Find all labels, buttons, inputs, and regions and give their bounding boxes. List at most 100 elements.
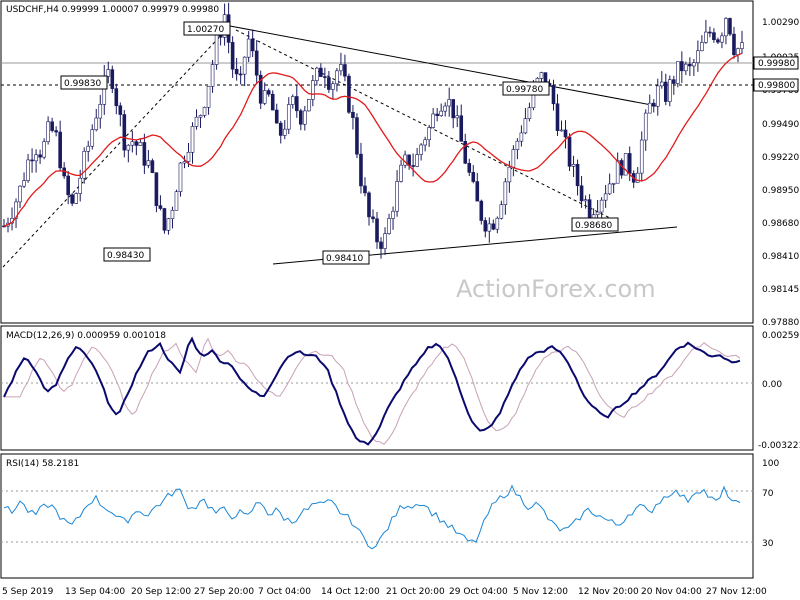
candle-body bbox=[134, 141, 139, 146]
candle-body bbox=[676, 61, 680, 84]
candle-body bbox=[672, 79, 676, 84]
reference-level-label: 0.99800 bbox=[758, 81, 795, 91]
candle-body bbox=[150, 160, 155, 173]
candle-body bbox=[519, 132, 524, 142]
candle-body bbox=[90, 129, 95, 147]
macd-tick: 0.00 bbox=[762, 380, 782, 390]
candle-body bbox=[198, 115, 203, 118]
price-axis: 1.00290 1.00025 0.99760 0.99490 0.99220 … bbox=[753, 18, 799, 328]
annotation-label-3: 0.98430 bbox=[103, 247, 151, 262]
time-tick: 21 Oct 20:00 bbox=[386, 587, 445, 597]
annotation-label-4: 0.98410 bbox=[322, 250, 370, 265]
candle-body bbox=[507, 166, 512, 183]
candle-body bbox=[724, 18, 728, 37]
time-tick: 27 Sep 20:00 bbox=[194, 587, 254, 597]
candle-body bbox=[419, 144, 423, 155]
candle-body bbox=[643, 112, 648, 141]
candle-body bbox=[447, 99, 452, 107]
candle-body bbox=[700, 42, 704, 52]
rsi-tick: 70 bbox=[762, 489, 774, 499]
candle-body bbox=[663, 81, 668, 102]
time-tick: 12 Nov 20:00 bbox=[578, 587, 639, 597]
candle-body bbox=[571, 163, 576, 167]
candle-body bbox=[70, 194, 74, 204]
candle-body bbox=[106, 69, 111, 77]
candle-body bbox=[355, 117, 359, 155]
candle-body bbox=[126, 144, 131, 151]
candle-body bbox=[190, 126, 195, 153]
candle-body bbox=[122, 114, 127, 151]
candle-body bbox=[692, 62, 696, 67]
candle-body bbox=[34, 154, 38, 162]
candle-body bbox=[86, 145, 91, 152]
price-tick: 0.99490 bbox=[762, 120, 799, 130]
annotation-label-6: 0.98680 bbox=[571, 217, 619, 232]
candle-body bbox=[427, 127, 431, 141]
candle-body bbox=[242, 56, 247, 75]
candle-body bbox=[684, 63, 688, 72]
candle-body bbox=[704, 31, 708, 43]
time-tick: 20 Sep 12:00 bbox=[131, 587, 191, 597]
annotation-label-2: 0.99830 bbox=[60, 75, 108, 90]
candle-body bbox=[178, 162, 183, 192]
candle-body bbox=[66, 175, 70, 196]
candle-body bbox=[527, 107, 532, 119]
candle-body bbox=[559, 129, 564, 132]
candle-body bbox=[736, 48, 740, 56]
candle-body bbox=[411, 165, 415, 167]
candle-body bbox=[728, 18, 732, 35]
candle-body bbox=[206, 85, 211, 108]
candle-body bbox=[708, 31, 712, 34]
annotation-text: 0.99780 bbox=[506, 85, 543, 95]
candle-body bbox=[343, 64, 347, 77]
candle-body bbox=[170, 210, 175, 220]
candle-body bbox=[467, 162, 472, 173]
candle-body bbox=[118, 105, 123, 115]
candle-body bbox=[98, 104, 103, 119]
candle-body bbox=[359, 153, 363, 187]
candle-body bbox=[246, 38, 251, 58]
candle-body bbox=[299, 110, 303, 125]
candle-body bbox=[431, 113, 435, 128]
annotation-text: 0.98680 bbox=[575, 221, 612, 231]
candle-body bbox=[539, 72, 544, 79]
candle-body bbox=[587, 199, 592, 219]
candle-body bbox=[371, 216, 375, 220]
price-tick: 0.97880 bbox=[762, 318, 799, 328]
candle-body bbox=[331, 83, 335, 90]
candle-body bbox=[483, 220, 488, 232]
candle-body bbox=[523, 118, 528, 134]
candle-body bbox=[158, 205, 163, 209]
candle-body bbox=[720, 35, 724, 43]
candle-body bbox=[162, 208, 167, 231]
annotation-text: 0.98430 bbox=[107, 251, 144, 261]
macd-tick: -0.003221 bbox=[758, 441, 800, 451]
candle-body bbox=[26, 159, 30, 181]
candle-body bbox=[435, 113, 439, 116]
candle-body bbox=[515, 140, 520, 150]
candle-body bbox=[238, 73, 243, 76]
candle-body bbox=[339, 64, 343, 72]
candle-body bbox=[655, 85, 660, 107]
candle-body bbox=[294, 96, 299, 112]
annotation-label-1: 1.00270 bbox=[183, 21, 231, 36]
candle-body bbox=[114, 88, 119, 107]
candle-body bbox=[182, 161, 187, 164]
candle-body bbox=[551, 84, 556, 105]
time-tick: 5 Nov 12:00 bbox=[513, 587, 568, 597]
candle-body bbox=[555, 103, 560, 131]
candle-body bbox=[262, 90, 267, 104]
candle-body bbox=[668, 79, 672, 102]
candle-body bbox=[459, 115, 464, 142]
macd-panel: MACD(12,26,9) 0.000959 0.001018 0.00259 … bbox=[0, 325, 800, 451]
current-price-label: 0.99980 bbox=[758, 59, 795, 69]
price-tick: 1.00290 bbox=[762, 18, 799, 28]
candle-body bbox=[270, 93, 275, 111]
candle-body bbox=[680, 61, 684, 72]
candle-body bbox=[627, 153, 632, 174]
candle-body bbox=[575, 163, 580, 187]
candle-body bbox=[315, 67, 319, 81]
candle-body bbox=[611, 182, 616, 185]
candle-body bbox=[375, 218, 379, 243]
candle-body bbox=[42, 141, 46, 158]
